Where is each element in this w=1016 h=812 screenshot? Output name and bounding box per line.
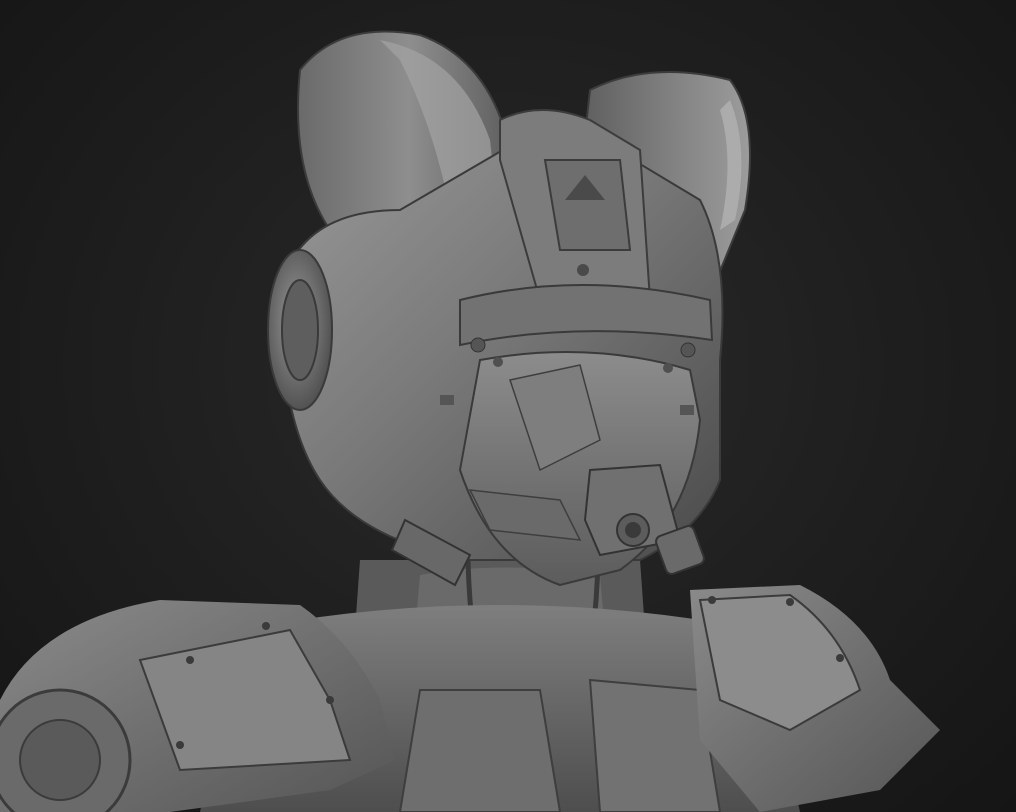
render-viewport <box>0 0 1016 812</box>
helmet <box>267 30 751 587</box>
sculpt-render <box>0 30 940 812</box>
